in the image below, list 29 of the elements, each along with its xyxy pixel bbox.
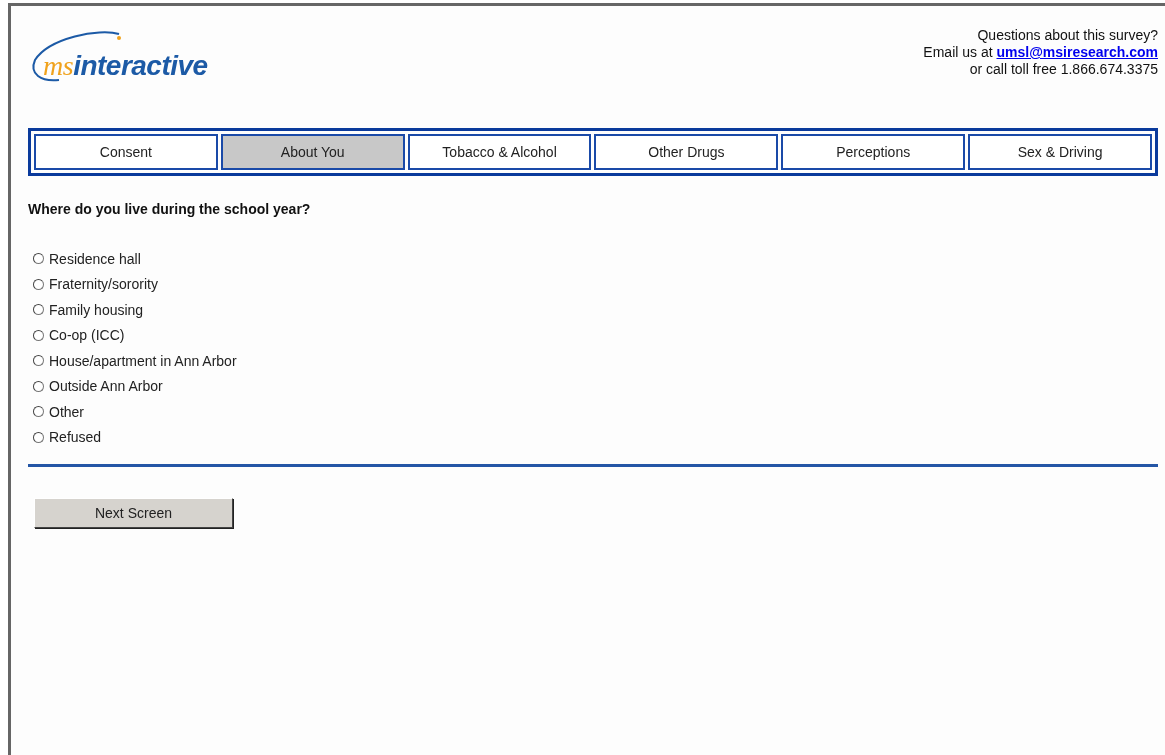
option-label: Outside Ann Arbor [49, 378, 163, 395]
radio-button[interactable] [33, 329, 44, 341]
radio-button[interactable] [33, 431, 44, 443]
section-tab[interactable]: Sex & Driving [968, 134, 1152, 170]
radio-button[interactable] [33, 355, 44, 367]
radio-button[interactable] [33, 406, 44, 418]
radio-button[interactable] [33, 304, 44, 316]
option-label: Fraternity/sorority [49, 276, 158, 293]
section-tab[interactable]: Other Drugs [594, 134, 779, 170]
option-label: Co-op (ICC) [49, 327, 125, 344]
section-tab[interactable]: Consent [34, 134, 218, 170]
next-screen-button[interactable]: Next Screen [34, 498, 233, 528]
logo-text: msinteractive [43, 50, 208, 82]
section-tab[interactable]: Tobacco & Alcohol [407, 134, 592, 170]
option-label: Refused [49, 429, 102, 446]
option-label: House/apartment in Ann Arbor [49, 352, 237, 369]
section-tab[interactable]: About You [220, 134, 405, 170]
radio-button[interactable] [33, 278, 44, 290]
contact-question: Questions about this survey? [976, 27, 1158, 44]
email-link[interactable]: umsl@msiresearch.com [996, 44, 1158, 60]
radio-button[interactable] [33, 253, 44, 265]
option-label: Family housing [49, 301, 144, 318]
contact-phone: or call toll free 1.866.674.3375 [968, 61, 1158, 78]
contact-email-text: Email us at umsl@msiresearch.com [923, 44, 1158, 61]
option-label: Other [49, 403, 84, 420]
option-label: Residence hall [49, 250, 141, 267]
question-text: Where do you live during the school year? [28, 201, 312, 217]
radio-button[interactable] [33, 380, 44, 392]
section-tab[interactable]: Perceptions [781, 134, 966, 170]
